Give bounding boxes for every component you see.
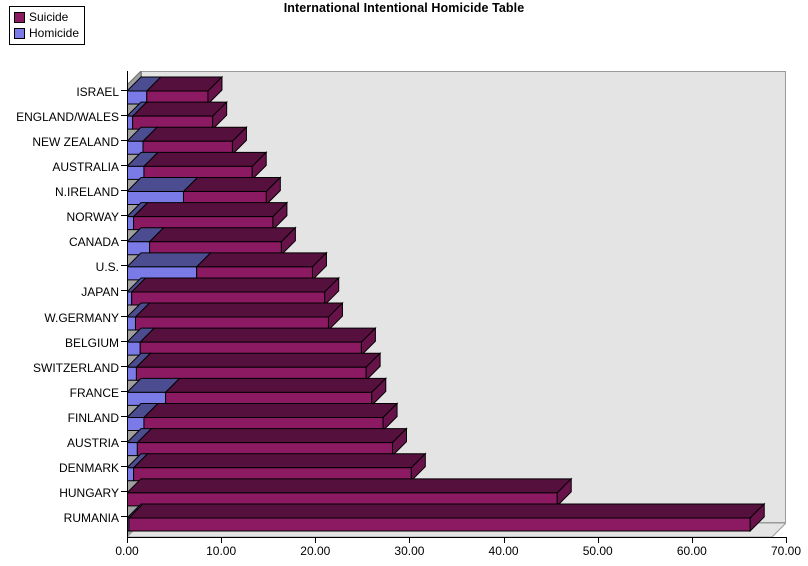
x-axis-tick [127, 537, 128, 543]
bar-face [127, 442, 138, 457]
bar-face [128, 517, 751, 532]
legend-label-homicide: Homicide [29, 26, 80, 40]
bar-face [142, 151, 268, 167]
y-axis-label: U.S. [95, 260, 119, 275]
bar-series-group [127, 75, 766, 533]
y-axis-line [127, 71, 128, 537]
x-axis-label: 50.00 [582, 544, 613, 558]
legend-label-suicide: Suicide [29, 10, 69, 24]
y-axis-tick [121, 290, 127, 291]
y-axis-label: SWITZERLAND [32, 360, 119, 375]
y-axis-tick [121, 90, 127, 91]
page-title: International Intentional Homicide Table [283, 1, 525, 15]
bar-face [135, 352, 382, 368]
y-axis-tick [121, 441, 127, 442]
y-axis-label: HUNGARY [59, 486, 119, 501]
x-axis-label: 60.00 [676, 544, 707, 558]
y-axis-tick [121, 341, 127, 342]
y-axis-tick [121, 265, 127, 266]
y-axis-tick [121, 491, 127, 492]
bar-face [148, 227, 297, 243]
y-axis-label: CANADA [68, 235, 119, 250]
bar-face [127, 366, 137, 381]
y-axis-tick [121, 115, 127, 116]
y-axis-tick [121, 466, 127, 467]
bar-face [127, 478, 573, 494]
x-axis-label: 10.00 [206, 544, 237, 558]
x-axis-tick [409, 537, 411, 543]
legend-item-homicide: Homicide [14, 25, 79, 41]
plot-area [127, 71, 786, 537]
bar-face [195, 252, 328, 268]
chart-legend: Suicide Homicide [9, 6, 86, 45]
bar-face [164, 377, 387, 393]
legend-swatch-homicide [14, 27, 25, 39]
bar-face [142, 403, 399, 418]
bar-face [138, 327, 377, 343]
y-axis-tick [121, 366, 127, 367]
bar-face [130, 277, 340, 293]
y-axis-label: FRANCE [69, 385, 119, 400]
x-axis-tick [315, 537, 317, 543]
chart-root: International Intentional Homicide Table… [0, 0, 808, 566]
bar-face [134, 302, 344, 318]
bar-face [141, 126, 248, 142]
x-axis-label: 20.00 [300, 544, 331, 558]
x-axis-label: 0.00 [115, 544, 139, 558]
x-axis-tick [597, 537, 599, 543]
bar-face [182, 177, 282, 192]
y-axis-label: DENMARK [58, 461, 119, 476]
x-axis-tick [786, 537, 787, 543]
bar-face [136, 428, 408, 444]
y-axis-label: ISRAEL [76, 84, 119, 99]
y-axis-label: AUSTRALIA [52, 159, 119, 174]
y-axis-tick [121, 516, 127, 517]
bar-face [132, 453, 427, 469]
x-axis-line [127, 537, 786, 538]
y-axis-label: AUSTRIA [66, 436, 119, 451]
y-axis-label: RUMANIA [63, 511, 119, 526]
x-axis-label: 30.00 [394, 544, 425, 558]
y-axis-label: NEW ZEALAND [32, 134, 119, 149]
y-axis-tick [121, 165, 127, 166]
bar-face [132, 202, 289, 218]
y-axis-tick [121, 215, 127, 216]
bar-face [127, 503, 766, 519]
x-axis-label: 70.00 [770, 544, 802, 558]
bar-face [127, 316, 136, 331]
bar-face [131, 101, 228, 117]
y-axis-tick [121, 240, 127, 241]
legend-item-suicide: Suicide [14, 9, 79, 25]
legend-swatch-suicide [14, 11, 25, 23]
y-axis-label: W.GERMANY [44, 310, 119, 325]
y-axis-label: N.IRELAND [54, 185, 119, 199]
y-axis-label: FINLAND [67, 411, 119, 425]
y-axis-tick [121, 416, 127, 417]
bar-face [127, 341, 141, 356]
y-axis-tick [121, 316, 127, 317]
y-axis-label: BELGIUM [64, 335, 119, 350]
y-axis-tick [121, 140, 127, 141]
y-axis-tick [121, 190, 127, 191]
x-axis-tick [503, 537, 505, 543]
y-axis-label: JAPAN [81, 285, 119, 300]
y-axis-label: ENGLAND/WALES [16, 109, 119, 124]
x-axis-tick [221, 537, 223, 543]
x-axis-label: 40.00 [488, 544, 519, 558]
x-axis-tick [691, 537, 693, 543]
y-axis-tick [121, 391, 127, 392]
y-axis-label: NORWAY [66, 210, 119, 225]
